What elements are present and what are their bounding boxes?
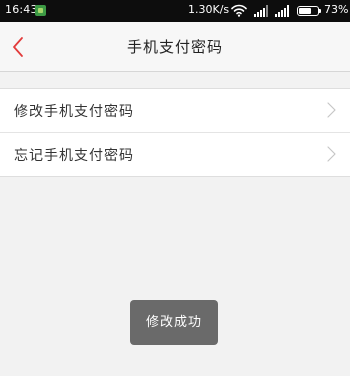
status-time: 16:43 bbox=[5, 3, 38, 16]
menu-item-label: 忘记手机支付密码 bbox=[14, 148, 134, 164]
menu-item-label: 修改手机支付密码 bbox=[14, 104, 134, 120]
battery-icon bbox=[297, 6, 321, 16]
chevron-right-icon bbox=[327, 146, 336, 162]
wifi-icon bbox=[231, 4, 247, 17]
chevron-right-icon bbox=[327, 102, 336, 118]
toast-message: 修改成功 bbox=[130, 300, 218, 345]
battery-percent: 73% bbox=[324, 3, 349, 16]
app-notification-icon bbox=[35, 5, 46, 16]
status-bar: 16:43 1.30K/s 73% bbox=[0, 0, 350, 22]
page-title: 手机支付密码 bbox=[126, 38, 223, 56]
signal-icon bbox=[254, 5, 268, 17]
battery-fill bbox=[299, 8, 312, 14]
network-speed: 1.30K/s bbox=[188, 3, 230, 16]
nav-bar: 手机支付密码 bbox=[0, 22, 350, 72]
menu-item-forgot-password[interactable]: 忘记手机支付密码 bbox=[0, 132, 350, 176]
menu-list: 修改手机支付密码 忘记手机支付密码 bbox=[0, 88, 350, 177]
menu-item-change-password[interactable]: 修改手机支付密码 bbox=[0, 89, 350, 132]
signal-icon bbox=[275, 5, 289, 17]
